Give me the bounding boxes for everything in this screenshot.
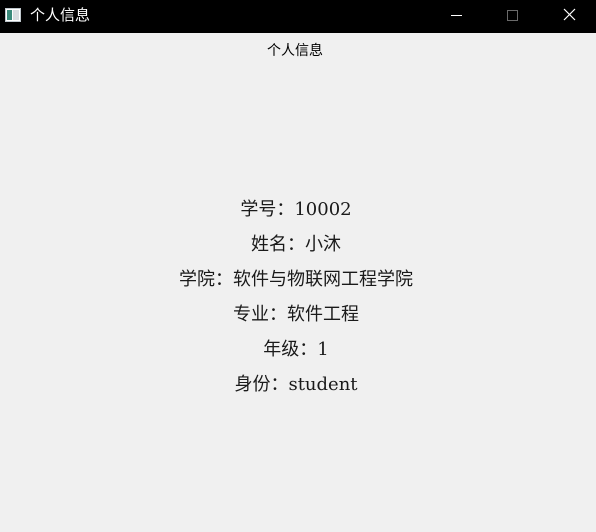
role-label: 身份：student <box>234 374 358 395</box>
minimize-button[interactable] <box>433 0 479 33</box>
maximize-icon <box>507 10 518 21</box>
close-icon <box>563 8 576 21</box>
name-label: 姓名：小沐 <box>251 234 341 255</box>
major-label: 专业：软件工程 <box>233 304 359 325</box>
college-label: 学院：软件与物联网工程学院 <box>179 269 413 290</box>
maximize-button[interactable] <box>489 0 535 33</box>
personal-info-panel: 学号：10002 姓名：小沐 学院：软件与物联网工程学院 专业：软件工程 年级：… <box>0 194 592 404</box>
close-button[interactable] <box>546 0 592 33</box>
window-title: 个人信息 <box>30 6 91 24</box>
app-window-icon <box>5 8 21 22</box>
app-window: 个人信息 个人信息 学号：10002 姓名：小沐 学院：软件与物联网工程学院 专… <box>0 0 596 532</box>
page-heading: 个人信息 <box>267 43 323 59</box>
grade-label: 年级：1 <box>263 339 329 360</box>
title-bar[interactable]: 个人信息 <box>0 0 596 33</box>
minimize-icon <box>451 15 462 16</box>
student-id-label: 学号：10002 <box>240 199 352 220</box>
